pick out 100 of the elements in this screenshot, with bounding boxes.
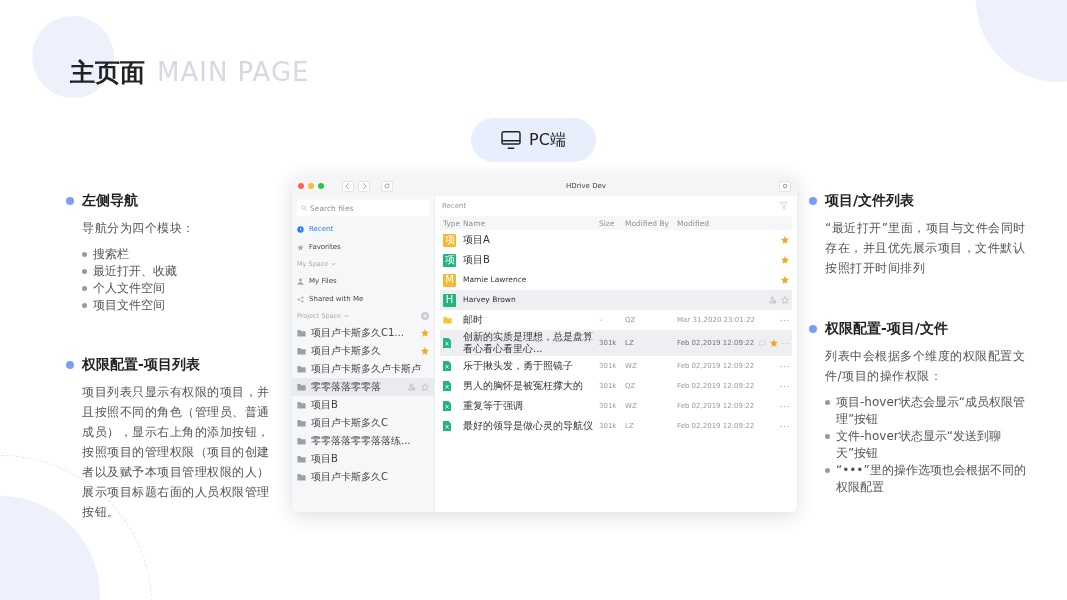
bullet-dot: [66, 361, 74, 369]
file-row[interactable]: 项 项目B: [440, 250, 792, 270]
project-badge: H: [443, 293, 456, 307]
chevron-left-icon: [346, 183, 350, 189]
project-item[interactable]: 项目卢卡斯多久C: [292, 468, 434, 486]
spreadsheet-icon: [443, 338, 451, 348]
file-name: 邮时: [463, 313, 484, 327]
section-heading: 权限配置-项目列表: [66, 356, 280, 374]
refresh-button[interactable]: [381, 180, 393, 192]
project-badge: 项: [443, 233, 456, 247]
bullet-dot: [809, 325, 817, 333]
star-icon[interactable]: [769, 339, 778, 347]
section-text: 列表中会根据多个维度的权限配置文件/项目的操作权限：: [825, 348, 1026, 385]
member-icon[interactable]: [408, 383, 416, 391]
list-item: 最近打开、收藏: [93, 263, 177, 280]
minimize-light[interactable]: [308, 183, 314, 189]
folder-icon: [297, 437, 306, 445]
folder-icon: [297, 473, 306, 481]
person-icon: [297, 277, 304, 285]
folder-icon: [297, 419, 306, 427]
search-icon: [301, 205, 307, 211]
file-name: 重复等于强调: [463, 399, 524, 413]
section-heading: 左侧导航: [66, 192, 280, 210]
more-icon[interactable]: [780, 384, 789, 388]
spreadsheet-icon: [443, 421, 451, 431]
settings-button[interactable]: [779, 180, 791, 192]
project-badge: 项: [443, 253, 456, 267]
folder-icon: [297, 329, 306, 337]
project-badge: M: [443, 273, 456, 287]
refresh-icon: [384, 183, 390, 189]
monitor-icon: [501, 131, 522, 149]
file-name: 乐于揪头发，勇于照镜子: [463, 359, 574, 373]
clock-icon: [297, 225, 304, 233]
chevron-right-icon: [362, 183, 366, 189]
file-row[interactable]: 项 项目A: [440, 230, 792, 250]
zoom-light[interactable]: [318, 183, 324, 189]
list-item: 文件-hover状态显示“发送到聊天”按钮: [836, 428, 1002, 462]
spreadsheet-icon: [443, 381, 451, 391]
chat-icon[interactable]: [759, 339, 766, 347]
project-item[interactable]: 项目卢卡斯多久: [292, 342, 434, 360]
more-icon[interactable]: [780, 424, 789, 428]
star-icon[interactable]: [421, 383, 429, 391]
star-icon[interactable]: [781, 236, 789, 244]
platform-badge: PC端: [471, 118, 596, 162]
bullet-dot: [82, 286, 87, 291]
bullet-dot: [82, 303, 87, 308]
section-text: 导航分为四个模块：: [82, 220, 196, 237]
section-heading: 项目/文件列表: [809, 192, 1027, 210]
folder-icon: [297, 401, 306, 409]
project-item[interactable]: 零零落落零零落落练...: [292, 432, 434, 450]
bullet-dot: [825, 468, 830, 473]
list-item: 搜索栏: [93, 246, 129, 263]
forward-button[interactable]: [358, 180, 370, 192]
section-heading: 权限配置-项目/文件: [809, 320, 1027, 338]
project-item[interactable]: 零零落落零零落: [292, 378, 434, 396]
project-item[interactable]: 项目卢卡斯多久C: [292, 414, 434, 432]
spreadsheet-icon: [443, 361, 451, 371]
star-icon[interactable]: [421, 347, 429, 355]
star-icon: [297, 243, 304, 251]
file-name: 最好的领导是做心灵的导航仪: [463, 419, 594, 433]
close-light[interactable]: [298, 183, 304, 189]
section-text: 项目列表只显示有权限的项目，并且按照不同的角色（管理员、普通成员），显示右上角的添加按钮，按照项目的管理权限（项目的创建者以及赋予本项目管理权限的人）展示项目标题右面的人员权限管理按钮。: [82, 384, 271, 521]
star-icon[interactable]: [421, 329, 429, 337]
more-icon[interactable]: [780, 318, 789, 322]
file-name: 项目B: [463, 253, 491, 267]
page-title: 主页面: [70, 57, 145, 89]
more-icon[interactable]: [780, 364, 789, 368]
list-item: “•••”里的操作选项也会根据不同的权限配置: [836, 462, 1027, 496]
folder-icon: [297, 347, 306, 355]
star-icon[interactable]: [781, 296, 789, 304]
bullet-dot: [66, 197, 74, 205]
bullet-dot: [82, 252, 87, 257]
bullet-dot: [825, 400, 830, 405]
star-icon[interactable]: [781, 276, 789, 284]
bullet-dot: [82, 269, 87, 274]
file-name: 项目A: [463, 233, 491, 247]
back-button[interactable]: [342, 180, 354, 192]
list-item: 个人文件空间: [93, 280, 165, 297]
file-name: 创新的实质是理想，总是盘算看心看心看里心...: [463, 330, 594, 356]
file-name: 男人的胸怀是被冤枉撑大的: [463, 379, 584, 393]
project-item[interactable]: 项目卢卡斯多久卢卡斯卢: [292, 360, 434, 378]
project-item[interactable]: 项目B: [292, 396, 434, 414]
bullet-dot: [825, 434, 830, 439]
more-icon[interactable]: [781, 341, 789, 345]
share-icon: [297, 295, 304, 303]
folder-icon: [297, 383, 306, 391]
project-item[interactable]: 项目卢卡斯多久C1...: [292, 324, 434, 342]
member-icon[interactable]: [769, 296, 777, 304]
folder-icon: [443, 316, 452, 324]
list-item: 项目文件空间: [93, 297, 165, 314]
folder-icon: [297, 365, 306, 373]
filter-icon[interactable]: [780, 202, 790, 210]
list-item: 项目-hover状态会显示“成员权限管理”按钮: [836, 394, 1026, 428]
spreadsheet-icon: [443, 401, 451, 411]
more-icon[interactable]: [780, 404, 789, 408]
bullet-dot: [809, 197, 817, 205]
star-icon[interactable]: [781, 256, 789, 264]
folder-icon: [297, 455, 306, 463]
section-text: “最近打开”里面，项目与文件会同时存在，并且优先展示项目，文件默认按照打开时间排列: [825, 220, 1027, 277]
project-item[interactable]: 项目B: [292, 450, 434, 468]
